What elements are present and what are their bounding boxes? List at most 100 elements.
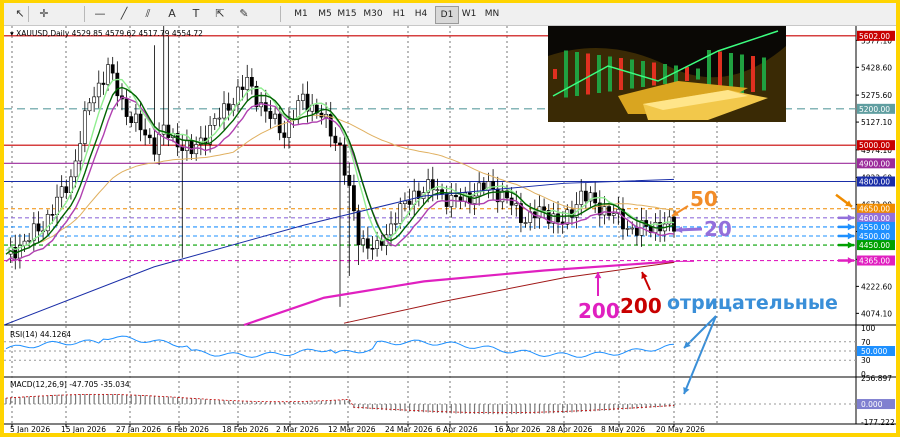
timeframe-m30-button[interactable]: M30 bbox=[362, 6, 384, 22]
level-price-label: 4365.00 bbox=[859, 257, 890, 266]
chart-canvas[interactable]: 5577.105428.605275.605127.104974.104822.… bbox=[3, 25, 896, 434]
annotation-ma50-label: 50 bbox=[690, 187, 718, 211]
candle-body bbox=[407, 200, 412, 205]
trend-line-icon[interactable]: ╱ bbox=[116, 6, 132, 22]
candle-body bbox=[152, 137, 157, 155]
candle-body bbox=[240, 86, 245, 90]
cursor-icon[interactable]: ↖ bbox=[12, 6, 28, 22]
candle-body bbox=[226, 103, 231, 111]
timeframe-mn-button[interactable]: MN bbox=[481, 6, 503, 22]
candle-body bbox=[124, 98, 129, 117]
timeframe-d1-button[interactable]: D1 bbox=[435, 6, 459, 24]
rsi-tick-label: 30 bbox=[861, 356, 871, 365]
level-price-label: 5200.00 bbox=[859, 105, 890, 114]
horizontal-line-icon[interactable]: — bbox=[92, 6, 108, 22]
candle-body bbox=[27, 240, 32, 242]
candle-body bbox=[64, 186, 69, 193]
annotation-ma200-red-label: 200 bbox=[620, 294, 662, 318]
level-price-label: 5602.00 bbox=[859, 32, 890, 41]
candle-body bbox=[92, 96, 97, 104]
image-candle bbox=[663, 64, 667, 84]
candle-body bbox=[273, 113, 277, 119]
candle-body bbox=[542, 206, 547, 211]
date-label: 18 Feb 2026 bbox=[222, 425, 269, 433]
date-label: 28 Apr 2026 bbox=[546, 425, 593, 433]
shapes-icon[interactable]: ✎ bbox=[236, 6, 252, 22]
candle-body bbox=[87, 102, 92, 112]
level-price-label: 4450.00 bbox=[859, 241, 890, 250]
timeframe-m5-button[interactable]: M5 bbox=[314, 6, 336, 22]
toolbar-separator bbox=[28, 6, 29, 22]
candle-body bbox=[389, 223, 393, 236]
image-candle bbox=[586, 53, 590, 95]
channel-icon[interactable]: ⫽ bbox=[140, 6, 156, 22]
candle-body bbox=[630, 227, 635, 230]
candle-body bbox=[625, 228, 630, 230]
annotation-ma20-label: 20 bbox=[704, 217, 732, 241]
image-candle bbox=[575, 52, 579, 96]
candle-body bbox=[333, 135, 338, 144]
candle-body bbox=[277, 113, 282, 134]
macd-tick-label: -177.222 bbox=[861, 418, 895, 427]
image-candle bbox=[696, 68, 700, 80]
timeframe-m15-button[interactable]: M15 bbox=[336, 6, 358, 22]
candle-body bbox=[82, 110, 87, 144]
level-price-label: 4650.00 bbox=[859, 205, 890, 214]
candle-body bbox=[667, 216, 672, 225]
level-price-label: 5000.00 bbox=[859, 141, 890, 150]
toolbar-separator bbox=[84, 6, 85, 22]
candle-body bbox=[185, 140, 189, 151]
candle-body bbox=[115, 72, 120, 97]
candle-body bbox=[59, 186, 64, 198]
candle-body bbox=[634, 227, 639, 236]
candle-body bbox=[143, 129, 148, 136]
image-candle bbox=[597, 55, 601, 93]
macd-tick-label: 256.897 bbox=[861, 374, 892, 383]
price-chart-window[interactable]: 5577.105428.605275.605127.104974.104822.… bbox=[3, 25, 896, 434]
candle-body bbox=[249, 77, 254, 87]
candle-body bbox=[393, 223, 398, 225]
rsi-tick-label: 100 bbox=[861, 324, 876, 333]
candle-body bbox=[133, 113, 138, 123]
price-tick-label: 4222.60 bbox=[861, 282, 892, 291]
candle-body bbox=[514, 203, 519, 206]
text-icon[interactable]: A bbox=[164, 6, 180, 22]
macd-tick-label: 0.000 bbox=[861, 400, 883, 409]
candle-body bbox=[282, 132, 287, 138]
date-label: 12 Mar 2026 bbox=[328, 425, 376, 433]
candle-body bbox=[55, 196, 59, 216]
candle-body bbox=[189, 140, 194, 155]
candle-body bbox=[36, 223, 41, 232]
candle-body bbox=[472, 195, 477, 204]
image-candle bbox=[608, 56, 612, 92]
annotation-negative-label: отрицательные bbox=[667, 292, 838, 314]
timeframe-h4-button[interactable]: H4 bbox=[410, 6, 432, 22]
image-candle bbox=[762, 57, 766, 91]
candle-body bbox=[435, 189, 440, 191]
price-tick-label: 5275.60 bbox=[861, 91, 892, 100]
candle-body bbox=[106, 64, 110, 85]
timeframe-h1-button[interactable]: H1 bbox=[388, 6, 410, 22]
candle-body bbox=[375, 240, 380, 249]
timeframe-w1-button[interactable]: W1 bbox=[458, 6, 480, 22]
date-label: 20 May 2026 bbox=[656, 425, 705, 433]
candle-body bbox=[73, 160, 78, 178]
candle-body bbox=[672, 216, 676, 232]
image-candle bbox=[751, 56, 755, 92]
candle-body bbox=[194, 144, 199, 155]
candle-body bbox=[583, 190, 588, 202]
crosshair-icon[interactable]: ✛ bbox=[36, 6, 52, 22]
arrow-icon[interactable]: ⇱ bbox=[212, 6, 228, 22]
candle-body bbox=[347, 174, 352, 186]
candle-body bbox=[110, 64, 115, 74]
level-price-label: 4900.00 bbox=[859, 159, 890, 168]
candle-body bbox=[579, 190, 584, 205]
candle-body bbox=[602, 206, 607, 216]
date-label: 16 Apr 2026 bbox=[494, 425, 541, 433]
price-tick-label: 5428.60 bbox=[861, 63, 892, 72]
date-label: 15 Jan 2026 bbox=[61, 425, 106, 433]
label-icon[interactable]: T bbox=[188, 6, 204, 22]
timeframe-m1-button[interactable]: M1 bbox=[290, 6, 312, 22]
rsi-tick-label: 50.000 bbox=[861, 347, 887, 356]
candle-body bbox=[101, 82, 106, 85]
